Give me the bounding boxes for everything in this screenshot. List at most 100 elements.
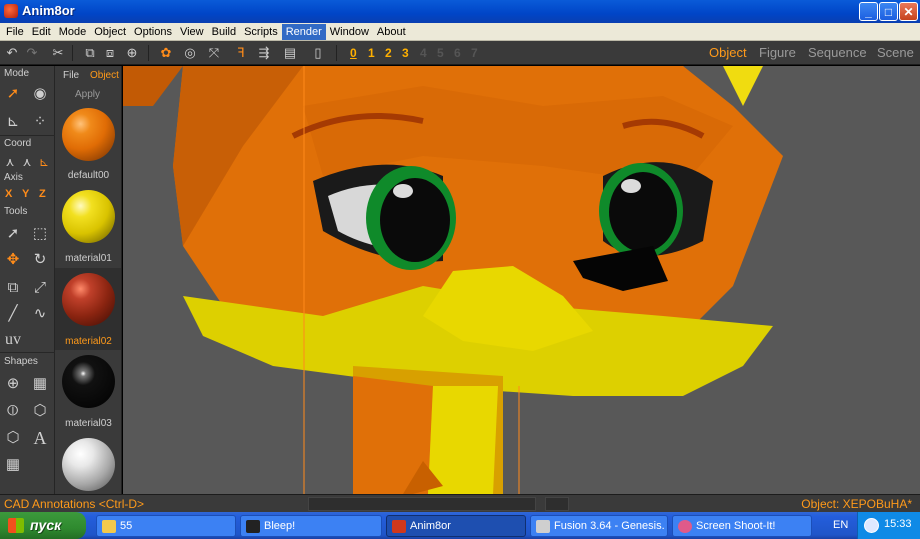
menu-edit[interactable]: Edit <box>28 24 55 40</box>
polygon-shape-icon[interactable]: ⬡ <box>3 428 23 448</box>
sphere-shape-icon[interactable]: ⊕ <box>3 374 23 394</box>
select-arrow-icon[interactable]: ➚ <box>3 224 23 244</box>
mode-label: Mode <box>4 68 30 79</box>
move-icon[interactable]: ✥ <box>3 250 23 270</box>
grid-icon[interactable]: ▤ <box>282 45 298 61</box>
screenshot-app-icon <box>678 520 692 533</box>
task-label: Bleep! <box>264 520 296 532</box>
windows-logo-icon <box>8 518 24 533</box>
grid-shape-icon[interactable]: ▦ <box>3 455 23 475</box>
face-shade <box>123 66 183 106</box>
menu-scripts[interactable]: Scripts <box>240 24 282 40</box>
material-name-material01[interactable]: material01 <box>55 253 121 264</box>
frame-4[interactable]: 4 <box>420 46 427 60</box>
undo-icon[interactable]: ↶ <box>4 45 20 61</box>
taskbar-item-anim8or[interactable]: Anim8or <box>386 515 526 537</box>
material-swatch-default00[interactable] <box>62 108 115 161</box>
view-eye-icon[interactable]: ◉ <box>30 84 50 104</box>
axis-x-button[interactable]: X <box>5 188 12 200</box>
curve-icon[interactable]: ∿ <box>30 304 50 324</box>
axis-label: Axis <box>4 172 23 183</box>
window-title: Anim8or <box>22 3 75 18</box>
menu-window[interactable]: Window <box>326 24 373 40</box>
tray-network-icon[interactable] <box>864 518 879 533</box>
main-toolbar: ↶ ↷ ✂ ⧉ ⧈ ⊕ ✿ ◎ ⤧ ꟻ ⇶ ▤ ▯ 0 1 2 3 4 5 6 … <box>0 41 920 65</box>
menu-options[interactable]: Options <box>130 24 176 40</box>
cut-icon[interactable]: ✂ <box>50 45 66 61</box>
vertex-icon[interactable]: ⁘ <box>30 112 50 132</box>
maximize-button[interactable]: □ <box>879 2 898 21</box>
frame-6[interactable]: 6 <box>454 46 461 60</box>
align-icon[interactable]: ⇶ <box>256 45 272 61</box>
minimize-button[interactable]: _ <box>859 2 878 21</box>
scale-icon[interactable]: ⧉ <box>3 278 23 298</box>
windows-taskbar: пуск 55 Bleep! Anim8or Fusion 3.64 - Gen… <box>0 512 920 539</box>
geosphere-shape-icon[interactable]: ⬡ <box>30 401 50 421</box>
menu-object[interactable]: Object <box>90 24 130 40</box>
menu-about[interactable]: About <box>373 24 410 40</box>
axis-z-button[interactable]: Z <box>39 188 46 200</box>
mesh-shape-icon[interactable]: ▦ <box>30 374 50 394</box>
frame-7[interactable]: 7 <box>471 46 478 60</box>
materials-tab-file[interactable]: File <box>63 70 79 81</box>
frame-3[interactable]: 3 <box>402 46 409 60</box>
object-coord-icon[interactable]: ⊾ <box>34 152 54 172</box>
frame-0[interactable]: 0 <box>350 46 357 60</box>
paste-icon[interactable]: ⧈ <box>102 45 118 61</box>
material-name-material03[interactable]: material03 <box>55 418 121 429</box>
rotate-icon[interactable]: ↻ <box>30 250 50 270</box>
line-icon[interactable]: ╱ <box>3 304 23 324</box>
material-swatch-material01[interactable] <box>62 190 115 243</box>
menu-render[interactable]: Render <box>281 23 326 40</box>
menu-build[interactable]: Build <box>208 24 240 40</box>
bone-tool-icon[interactable]: ꟻ <box>233 45 249 61</box>
tab-object[interactable]: Object <box>709 45 747 60</box>
task-label: Fusion 3.64 - Genesis... <box>554 520 664 532</box>
taskbar-item-bleep[interactable]: Bleep! <box>240 515 382 537</box>
axis-y-button[interactable]: Y <box>22 188 29 200</box>
close-button[interactable]: ✕ <box>899 2 918 21</box>
tab-figure[interactable]: Figure <box>759 45 796 60</box>
materials-tab-object[interactable]: Object <box>90 70 119 81</box>
copy-icon[interactable]: ⧉ <box>82 45 98 61</box>
orbit-icon[interactable]: ◎ <box>182 45 198 61</box>
tab-sequence[interactable]: Sequence <box>808 45 867 60</box>
menu-view[interactable]: View <box>176 24 208 40</box>
cylinder-shape-icon[interactable]: ⦶ <box>3 401 23 421</box>
start-button[interactable]: пуск <box>0 512 86 539</box>
material-swatch-material04[interactable] <box>62 438 115 491</box>
material-name-default00[interactable]: default00 <box>55 170 121 181</box>
axes-icon[interactable]: ⤧ <box>206 45 222 61</box>
tab-scene[interactable]: Scene <box>877 45 914 60</box>
taskbar-item-screen-shoot-it[interactable]: Screen Shoot-It! <box>672 515 812 537</box>
point-select-icon[interactable]: ✿ <box>158 45 174 61</box>
redo-icon[interactable]: ↷ <box>24 45 40 61</box>
character-render <box>123 66 783 494</box>
material-swatch-material02[interactable] <box>62 273 115 326</box>
task-label: Anim8or <box>410 520 451 532</box>
frame-1[interactable]: 1 <box>368 46 375 60</box>
non-uniform-scale-icon[interactable]: ⤢ <box>30 278 50 298</box>
frame-5[interactable]: 5 <box>437 46 444 60</box>
apply-button[interactable]: Apply <box>75 89 100 100</box>
frame-2[interactable]: 2 <box>385 46 392 60</box>
point-edit-icon[interactable]: ⊾ <box>3 112 23 132</box>
tool-panel: Mode ➚ ◉ ⊾ ⁘ Coord ⋏ ⋏ ⊾ Axis X Y Z Tool… <box>0 66 55 494</box>
taskbar-item-folder-55[interactable]: 55 <box>96 515 236 537</box>
status-object-name: Object: XEPOBuHA* <box>801 497 912 511</box>
menu-bar: File Edit Mode Object Options View Build… <box>0 23 920 41</box>
drag-select-icon[interactable]: ⬚ <box>30 224 50 244</box>
menu-file[interactable]: File <box>2 24 28 40</box>
language-indicator[interactable]: EN <box>833 519 848 531</box>
pipe-icon[interactable]: ▯ <box>310 45 326 61</box>
menu-mode[interactable]: Mode <box>55 24 91 40</box>
arrow-select-icon[interactable]: ➚ <box>3 84 23 104</box>
material-swatch-material03[interactable] <box>62 355 115 408</box>
text-shape-icon[interactable]: A <box>30 428 50 448</box>
taskbar-item-fusion[interactable]: Fusion 3.64 - Genesis... <box>530 515 668 537</box>
world-view-icon[interactable]: ⊕ <box>124 45 140 61</box>
uv-button[interactable]: uv <box>3 330 23 350</box>
material-name-material02[interactable]: material02 <box>55 336 121 347</box>
3d-viewport[interactable] <box>123 66 920 494</box>
clock: 15:33 <box>884 518 912 530</box>
